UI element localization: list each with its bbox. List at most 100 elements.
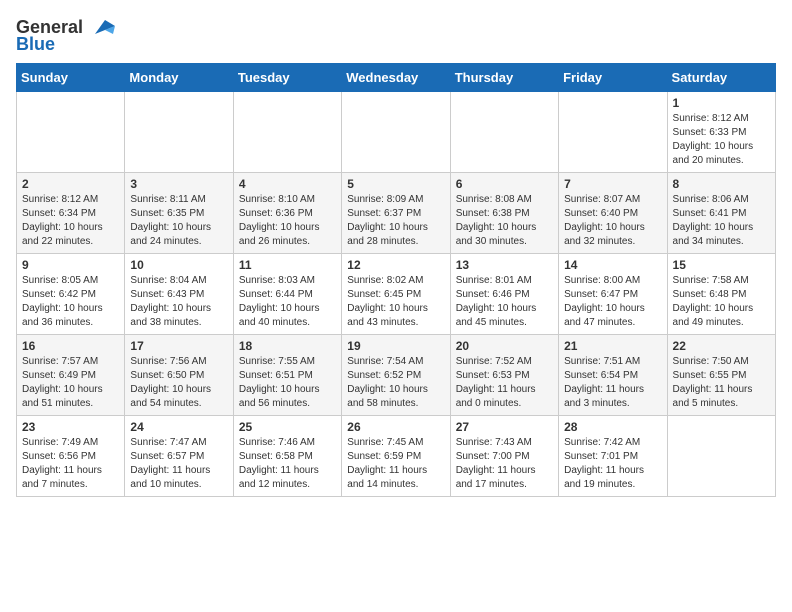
header: General Blue: [16, 16, 776, 55]
day-info: Sunrise: 7:57 AM Sunset: 6:49 PM Dayligh…: [22, 355, 119, 411]
calendar-cell: 3 Sunrise: 8:11 AM Sunset: 6:35 PM Daylig…: [125, 173, 233, 254]
day-info: Sunrise: 8:07 AM Sunset: 6:40 PM Dayligh…: [564, 193, 661, 249]
calendar-cell: 15 Sunrise: 7:58 AM Sunset: 6:48 PM Dayli…: [667, 254, 775, 335]
calendar-cell: 22 Sunrise: 7:50 AM Sunset: 6:55 PM Dayli…: [667, 335, 775, 416]
calendar-cell: 18 Sunrise: 7:55 AM Sunset: 6:51 PM Dayli…: [233, 335, 341, 416]
day-info: Sunrise: 8:01 AM Sunset: 6:46 PM Dayligh…: [456, 274, 553, 330]
weekday-header: Friday: [559, 64, 667, 92]
day-info: Sunrise: 8:10 AM Sunset: 6:36 PM Dayligh…: [239, 193, 336, 249]
day-info: Sunrise: 7:43 AM Sunset: 7:00 PM Dayligh…: [456, 436, 553, 492]
calendar-cell: [559, 92, 667, 173]
calendar-week-row: 16 Sunrise: 7:57 AM Sunset: 6:49 PM Dayli…: [17, 335, 776, 416]
calendar-cell: 2 Sunrise: 8:12 AM Sunset: 6:34 PM Daylig…: [17, 173, 125, 254]
day-number: 18: [239, 339, 336, 353]
calendar-cell: 7 Sunrise: 8:07 AM Sunset: 6:40 PM Daylig…: [559, 173, 667, 254]
calendar-cell: 24 Sunrise: 7:47 AM Sunset: 6:57 PM Dayli…: [125, 416, 233, 497]
day-info: Sunrise: 7:56 AM Sunset: 6:50 PM Dayligh…: [130, 355, 227, 411]
day-info: Sunrise: 7:46 AM Sunset: 6:58 PM Dayligh…: [239, 436, 336, 492]
logo-blue: Blue: [16, 34, 55, 55]
day-number: 11: [239, 258, 336, 272]
day-info: Sunrise: 7:51 AM Sunset: 6:54 PM Dayligh…: [564, 355, 661, 411]
calendar-cell: 16 Sunrise: 7:57 AM Sunset: 6:49 PM Dayli…: [17, 335, 125, 416]
weekday-header: Tuesday: [233, 64, 341, 92]
day-info: Sunrise: 8:05 AM Sunset: 6:42 PM Dayligh…: [22, 274, 119, 330]
calendar-cell: [667, 416, 775, 497]
day-number: 20: [456, 339, 553, 353]
calendar-cell: 19 Sunrise: 7:54 AM Sunset: 6:52 PM Dayli…: [342, 335, 450, 416]
day-number: 9: [22, 258, 119, 272]
calendar-header-row: SundayMondayTuesdayWednesdayThursdayFrid…: [17, 64, 776, 92]
calendar-cell: [342, 92, 450, 173]
calendar-week-row: 2 Sunrise: 8:12 AM Sunset: 6:34 PM Daylig…: [17, 173, 776, 254]
day-number: 23: [22, 420, 119, 434]
day-number: 6: [456, 177, 553, 191]
calendar-cell: 9 Sunrise: 8:05 AM Sunset: 6:42 PM Daylig…: [17, 254, 125, 335]
calendar-cell: 10Sunrise: 8:04 AM Sunset: 6:43 PM Dayli…: [125, 254, 233, 335]
day-info: Sunrise: 8:02 AM Sunset: 6:45 PM Dayligh…: [347, 274, 444, 330]
day-number: 25: [239, 420, 336, 434]
calendar-cell: 6 Sunrise: 8:08 AM Sunset: 6:38 PM Daylig…: [450, 173, 558, 254]
day-info: Sunrise: 7:58 AM Sunset: 6:48 PM Dayligh…: [673, 274, 770, 330]
day-info: Sunrise: 8:00 AM Sunset: 6:47 PM Dayligh…: [564, 274, 661, 330]
day-info: Sunrise: 7:52 AM Sunset: 6:53 PM Dayligh…: [456, 355, 553, 411]
day-info: Sunrise: 8:12 AM Sunset: 6:34 PM Dayligh…: [22, 193, 119, 249]
day-number: 12: [347, 258, 444, 272]
logo-bird-icon: [85, 16, 115, 38]
day-number: 19: [347, 339, 444, 353]
day-info: Sunrise: 7:45 AM Sunset: 6:59 PM Dayligh…: [347, 436, 444, 492]
day-number: 21: [564, 339, 661, 353]
day-number: 28: [564, 420, 661, 434]
calendar-cell: 28 Sunrise: 7:42 AM Sunset: 7:01 PM Dayli…: [559, 416, 667, 497]
day-number: 16: [22, 339, 119, 353]
calendar-cell: 14 Sunrise: 8:00 AM Sunset: 6:47 PM Dayli…: [559, 254, 667, 335]
day-number: 15: [673, 258, 770, 272]
day-number: 7: [564, 177, 661, 191]
day-number: 22: [673, 339, 770, 353]
calendar-cell: [17, 92, 125, 173]
day-info: Sunrise: 8:04 AM Sunset: 6:43 PM Dayligh…: [130, 274, 227, 330]
calendar-cell: 23Sunrise: 7:49 AM Sunset: 6:56 PM Dayli…: [17, 416, 125, 497]
calendar-cell: 17 Sunrise: 7:56 AM Sunset: 6:50 PM Dayli…: [125, 335, 233, 416]
day-info: Sunrise: 8:11 AM Sunset: 6:35 PM Dayligh…: [130, 193, 227, 249]
day-number: 24: [130, 420, 227, 434]
calendar-cell: [450, 92, 558, 173]
calendar-cell: 4 Sunrise: 8:10 AM Sunset: 6:36 PM Daylig…: [233, 173, 341, 254]
day-number: 14: [564, 258, 661, 272]
calendar-cell: 1 Sunrise: 8:12 AM Sunset: 6:33 PM Daylig…: [667, 92, 775, 173]
logo: General Blue: [16, 16, 115, 55]
day-number: 17: [130, 339, 227, 353]
weekday-header: Sunday: [17, 64, 125, 92]
calendar-cell: 12 Sunrise: 8:02 AM Sunset: 6:45 PM Dayli…: [342, 254, 450, 335]
calendar-week-row: 1 Sunrise: 8:12 AM Sunset: 6:33 PM Daylig…: [17, 92, 776, 173]
calendar-cell: 26 Sunrise: 7:45 AM Sunset: 6:59 PM Dayli…: [342, 416, 450, 497]
day-info: Sunrise: 8:09 AM Sunset: 6:37 PM Dayligh…: [347, 193, 444, 249]
day-number: 8: [673, 177, 770, 191]
day-info: Sunrise: 7:54 AM Sunset: 6:52 PM Dayligh…: [347, 355, 444, 411]
day-info: Sunrise: 7:47 AM Sunset: 6:57 PM Dayligh…: [130, 436, 227, 492]
day-info: Sunrise: 8:08 AM Sunset: 6:38 PM Dayligh…: [456, 193, 553, 249]
weekday-header: Saturday: [667, 64, 775, 92]
calendar-cell: 8 Sunrise: 8:06 AM Sunset: 6:41 PM Daylig…: [667, 173, 775, 254]
day-number: 13: [456, 258, 553, 272]
weekday-header: Wednesday: [342, 64, 450, 92]
calendar-week-row: 23Sunrise: 7:49 AM Sunset: 6:56 PM Dayli…: [17, 416, 776, 497]
day-number: 3: [130, 177, 227, 191]
calendar-cell: 11 Sunrise: 8:03 AM Sunset: 6:44 PM Dayli…: [233, 254, 341, 335]
day-info: Sunrise: 7:55 AM Sunset: 6:51 PM Dayligh…: [239, 355, 336, 411]
day-info: Sunrise: 8:12 AM Sunset: 6:33 PM Dayligh…: [673, 112, 770, 168]
day-info: Sunrise: 8:03 AM Sunset: 6:44 PM Dayligh…: [239, 274, 336, 330]
day-number: 26: [347, 420, 444, 434]
day-number: 4: [239, 177, 336, 191]
weekday-header: Thursday: [450, 64, 558, 92]
day-info: Sunrise: 8:06 AM Sunset: 6:41 PM Dayligh…: [673, 193, 770, 249]
day-number: 5: [347, 177, 444, 191]
calendar-cell: 5 Sunrise: 8:09 AM Sunset: 6:37 PM Daylig…: [342, 173, 450, 254]
day-info: Sunrise: 7:42 AM Sunset: 7:01 PM Dayligh…: [564, 436, 661, 492]
calendar-week-row: 9 Sunrise: 8:05 AM Sunset: 6:42 PM Daylig…: [17, 254, 776, 335]
day-number: 1: [673, 96, 770, 110]
day-number: 2: [22, 177, 119, 191]
calendar-cell: 27Sunrise: 7:43 AM Sunset: 7:00 PM Dayli…: [450, 416, 558, 497]
day-info: Sunrise: 7:50 AM Sunset: 6:55 PM Dayligh…: [673, 355, 770, 411]
calendar-cell: 25 Sunrise: 7:46 AM Sunset: 6:58 PM Dayli…: [233, 416, 341, 497]
calendar-cell: [125, 92, 233, 173]
